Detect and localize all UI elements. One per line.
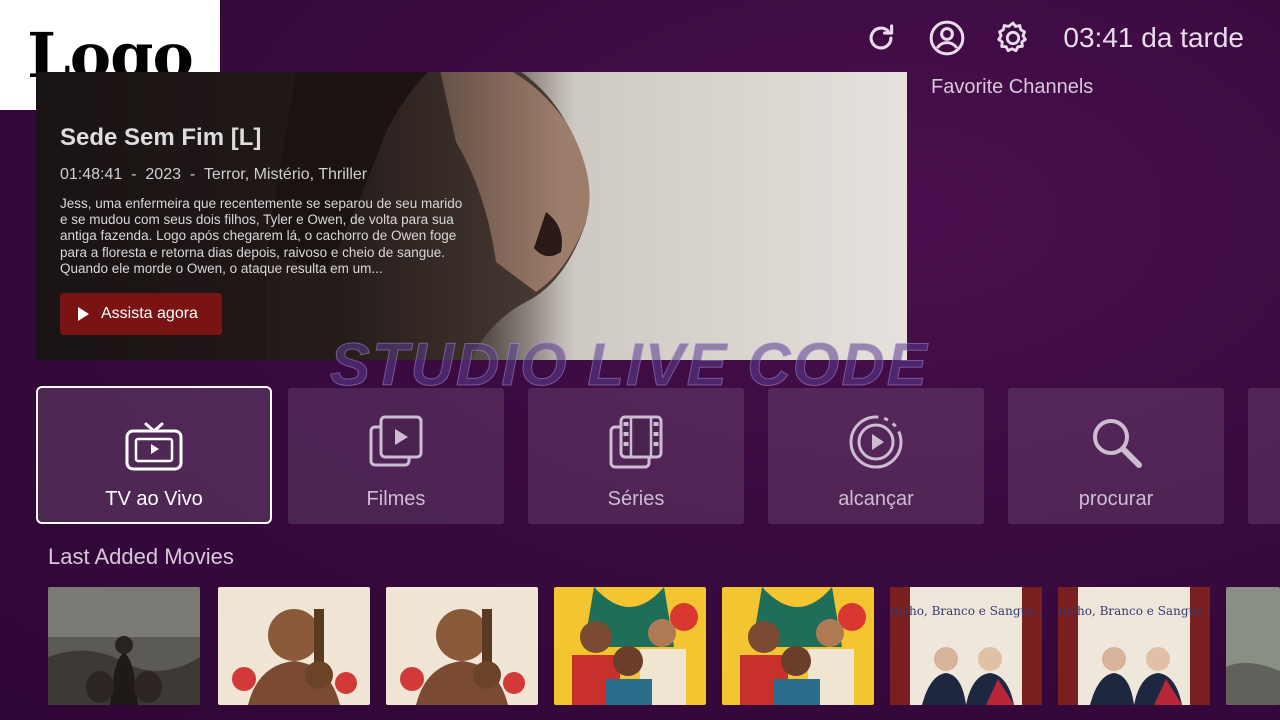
- tile-live-tv[interactable]: TV ao Vivo: [36, 386, 272, 524]
- movie-poster[interactable]: [554, 587, 706, 705]
- featured-genres: Terror, Mistério, Thriller: [203, 166, 368, 183]
- tile-search[interactable]: procurar: [1008, 388, 1224, 524]
- watch-now-button[interactable]: Assista agora: [60, 293, 222, 335]
- movies-icon: [366, 412, 426, 472]
- featured-title: Sede Sem Fim [L]: [60, 124, 262, 151]
- settings-icon[interactable]: [993, 18, 1033, 58]
- clock: 03:41 da tarde: [1063, 22, 1244, 53]
- featured-banner[interactable]: Sede Sem Fim [L] 01:48:41 - 2023 - Terro…: [36, 72, 907, 360]
- meta-separator: -: [189, 166, 196, 183]
- watch-now-label: Assista agora: [101, 305, 198, 322]
- movie-poster[interactable]: Vermelho, Branco e Sangue Azul: [890, 587, 1042, 705]
- profile-icon[interactable]: [927, 18, 967, 58]
- movie-poster[interactable]: [1226, 587, 1280, 705]
- refresh-icon[interactable]: [861, 18, 901, 58]
- favorite-channels-heading: Favorite Channels: [931, 76, 1094, 98]
- meta-separator: -: [131, 166, 137, 183]
- featured-year: 2023: [145, 166, 181, 183]
- tile-label: procurar: [1078, 488, 1154, 510]
- tile-catchup[interactable]: alcançar: [768, 388, 984, 524]
- tile-movies[interactable]: Filmes: [288, 388, 504, 524]
- movie-poster[interactable]: Vermelho, Branco e Sangue Azul: [1058, 587, 1210, 705]
- top-bar: 03:41 da tarde: [861, 16, 1244, 60]
- tile-series[interactable]: Séries: [528, 388, 744, 524]
- tile-label: Séries: [607, 488, 665, 510]
- catchup-icon: [846, 412, 906, 472]
- search-icon: [1086, 412, 1146, 472]
- movie-poster[interactable]: [218, 587, 370, 705]
- poster-title-text: Vermelho, Branco e Sangue Azul: [890, 604, 1042, 618]
- movie-poster[interactable]: [48, 587, 200, 705]
- tile-label: TV ao Vivo: [105, 488, 203, 510]
- last-added-heading: Last Added Movies: [48, 544, 234, 569]
- tv-icon: [124, 412, 184, 472]
- featured-description: Jess, uma enfermeira que recentemente se…: [60, 196, 463, 276]
- featured-duration: 01:48:41: [60, 166, 123, 183]
- series-icon: [606, 412, 666, 472]
- featured-meta: 01:48:41 - 2023 - Terror, Mistério, Thri…: [60, 166, 367, 184]
- tile-partial[interactable]: [1248, 388, 1280, 524]
- tile-label: alcançar: [838, 488, 914, 510]
- play-icon: [78, 307, 89, 321]
- movie-poster[interactable]: [386, 587, 538, 705]
- poster-title-text: Vermelho, Branco e Sangue Azul: [1058, 604, 1210, 618]
- tile-label: Filmes: [366, 488, 426, 510]
- movie-poster[interactable]: [722, 587, 874, 705]
